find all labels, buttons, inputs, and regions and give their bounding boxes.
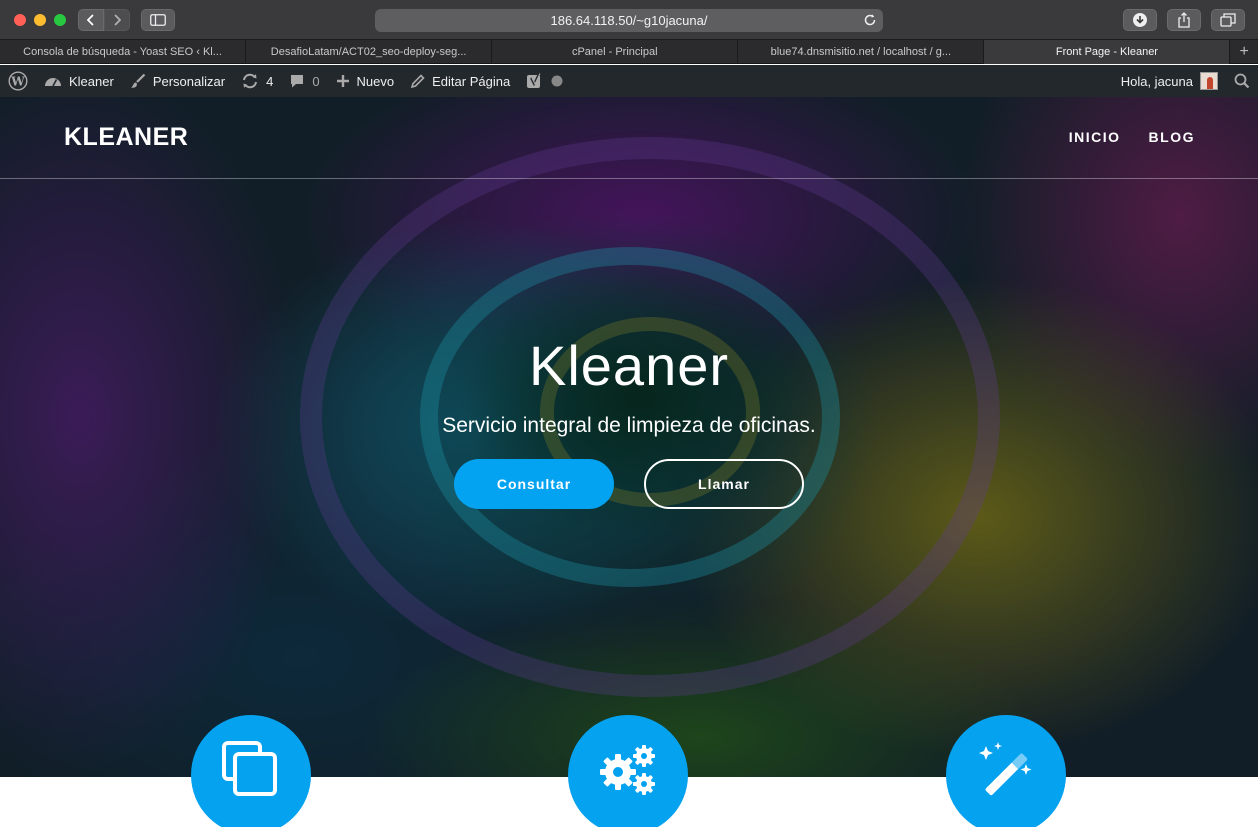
browser-tab-active[interactable]: Front Page - Kleaner	[984, 40, 1231, 64]
consultar-button[interactable]: Consultar	[454, 459, 614, 509]
window-minimize-button[interactable]	[34, 14, 46, 26]
chevron-right-icon	[114, 14, 121, 26]
browser-tab[interactable]: DesafioLatam/ACT02_seo-deploy-seg...	[246, 40, 493, 64]
new-tab-button[interactable]: +	[1230, 40, 1258, 63]
wp-logo-menu[interactable]: W	[0, 65, 36, 97]
updates-menu[interactable]: 4	[233, 65, 281, 97]
history-nav	[78, 9, 130, 31]
nav-item-inicio[interactable]: INICIO	[1069, 129, 1121, 145]
customize-label: Personalizar	[152, 73, 226, 89]
sidebar-icon	[150, 14, 166, 26]
account-menu[interactable]: Hola, jacuna	[1113, 65, 1226, 97]
gears-icon	[600, 745, 655, 795]
new-label: Nuevo	[356, 73, 395, 89]
downloads-button[interactable]	[1123, 9, 1157, 31]
edit-page-label: Editar Página	[432, 73, 511, 89]
feature-circle	[191, 715, 311, 827]
account-area: Hola, jacuna	[1113, 65, 1258, 97]
feature-circle	[946, 715, 1066, 827]
browser-tab[interactable]: Consola de búsqueda - Yoast SEO ‹ Kl...	[0, 40, 247, 64]
seo-status-icon	[551, 75, 563, 87]
pencil-icon	[410, 73, 425, 88]
hero-content: Kleaner Servicio integral de limpieza de…	[0, 332, 1258, 509]
hero-title: Kleaner	[528, 334, 730, 397]
search-menu[interactable]	[1226, 65, 1258, 97]
window-maximize-button[interactable]	[54, 14, 66, 26]
plus-icon	[336, 75, 349, 87]
forward-button[interactable]	[104, 9, 130, 31]
share-icon	[1178, 12, 1190, 28]
url-text: 186.64.118.50/~g10jacuna/	[550, 13, 708, 28]
address-bar[interactable]: 186.64.118.50/~g10jacuna/	[375, 9, 883, 32]
wordpress-icon: W	[8, 71, 28, 91]
updates-count: 4	[266, 73, 274, 89]
tab-overview-button[interactable]	[1211, 9, 1245, 31]
magic-wand-icon	[979, 742, 1032, 796]
back-button[interactable]	[78, 9, 104, 31]
tabs-icon	[1220, 13, 1236, 27]
reload-icon[interactable]	[863, 13, 877, 27]
dashboard-icon	[45, 78, 61, 87]
wp-admin-bar: W Kleaner Personalizar 4 0 Nuevo Editar …	[0, 65, 1258, 97]
search-icon	[1234, 73, 1250, 89]
hero-buttons: Consultar Llamar	[0, 459, 1258, 509]
site-logo[interactable]: KLEANER	[64, 123, 188, 152]
comments-menu[interactable]: 0	[281, 65, 327, 97]
brush-icon	[130, 73, 146, 88]
nav-item-blog[interactable]: BLOG	[1149, 129, 1195, 145]
refresh-icon	[243, 73, 258, 89]
main-nav: INICIO BLOG	[1069, 129, 1195, 145]
avatar	[1200, 72, 1218, 90]
window-close-button[interactable]	[14, 14, 26, 26]
copy-icon	[222, 741, 277, 796]
browser-tab[interactable]: cPanel - Principal	[492, 40, 739, 64]
site-header: KLEANER INICIO BLOG	[0, 97, 1258, 179]
comments-count: 0	[312, 73, 320, 89]
chevron-left-icon	[87, 14, 94, 26]
share-button[interactable]	[1167, 9, 1201, 31]
hero-subtitle: Servicio integral de limpieza de oficina…	[442, 414, 816, 437]
yoast-menu[interactable]	[518, 65, 571, 97]
browser-toolbar: 186.64.118.50/~g10jacuna/	[0, 0, 1258, 40]
customize-menu[interactable]: Personalizar	[122, 65, 233, 97]
yoast-icon	[527, 73, 541, 88]
edit-page-menu[interactable]: Editar Página	[402, 65, 518, 97]
svg-text:W: W	[10, 74, 25, 88]
site-name-menu[interactable]: Kleaner	[36, 65, 122, 97]
new-content-menu[interactable]: Nuevo	[328, 65, 403, 97]
feature-circle	[568, 715, 688, 827]
tab-bar: Consola de búsqueda - Yoast SEO ‹ Kl... …	[0, 40, 1258, 64]
greeting-label: Hola, jacuna	[1120, 73, 1193, 89]
browser-tab[interactable]: blue74.dnsmisitio.net / localhost / g...	[738, 40, 985, 64]
llamar-button[interactable]: Llamar	[644, 459, 804, 509]
download-icon	[1133, 13, 1147, 27]
sidebar-toggle-button[interactable]	[141, 9, 175, 31]
hero-section: KLEANER INICIO BLOG Kleaner Servicio int…	[0, 97, 1258, 777]
comment-icon	[291, 75, 304, 88]
site-name-label: Kleaner	[69, 73, 114, 89]
